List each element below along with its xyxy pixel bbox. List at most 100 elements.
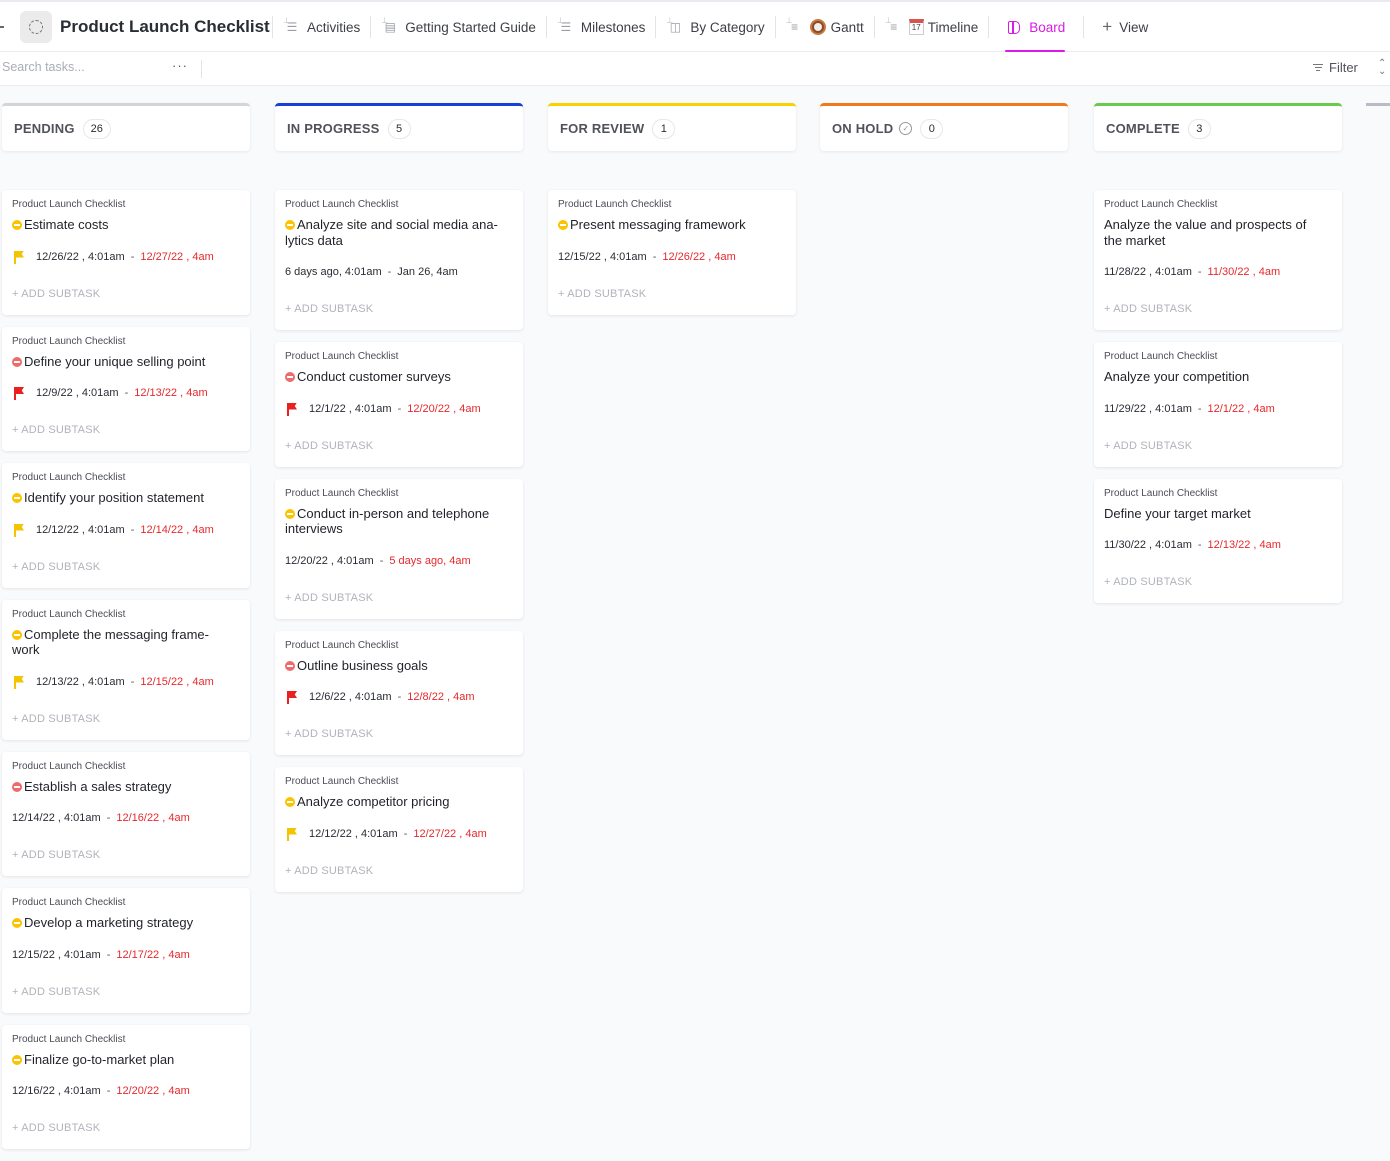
task-card[interactable]: Product Launch Checklist Analyze the val… bbox=[1094, 190, 1342, 330]
task-card[interactable]: Product Launch Checklist Establish a sal… bbox=[2, 751, 250, 876]
add-subtask-button[interactable]: + ADD SUBTASK bbox=[1104, 576, 1332, 603]
card-dates[interactable]: 12/16/22 , 4:01am - 12/20/22 , 4am bbox=[12, 1083, 240, 1099]
task-card[interactable]: Product Launch Checklist Complete the me… bbox=[2, 599, 250, 740]
task-card[interactable]: Product Launch Checklist Conduct in-pers… bbox=[275, 478, 523, 619]
column-header[interactable]: COMPLETE 3 bbox=[1094, 103, 1342, 151]
priority-flag-icon[interactable] bbox=[12, 386, 26, 400]
task-card[interactable]: Product Launch Checklist Finalize go-to-… bbox=[2, 1024, 250, 1149]
priority-flag-icon[interactable] bbox=[285, 690, 299, 704]
task-card[interactable]: Product Launch Checklist Define your tar… bbox=[1094, 478, 1342, 603]
card-dates[interactable]: 11/29/22 , 4:01am - 12/1/22 , 4am bbox=[1104, 401, 1332, 417]
add-subtask-button[interactable]: + ADD SUBTASK bbox=[1104, 440, 1332, 467]
status-icon[interactable] bbox=[285, 660, 295, 671]
card-title[interactable]: Conduct in-person and telephone intervie… bbox=[285, 506, 513, 537]
card-dates[interactable]: 12/15/22 , 4:01am - 12/17/22 , 4am bbox=[12, 947, 240, 963]
task-card[interactable]: Product Launch Checklist Analyze your co… bbox=[1094, 342, 1342, 467]
card-title[interactable]: Define your unique selling point bbox=[12, 354, 240, 370]
task-card[interactable]: Product Launch Checklist Estimate costs … bbox=[2, 190, 250, 315]
add-view-button[interactable]: + View bbox=[1088, 2, 1158, 52]
add-subtask-button[interactable]: + ADD SUBTASK bbox=[12, 1122, 240, 1149]
add-subtask-button[interactable]: + ADD SUBTASK bbox=[12, 288, 240, 315]
card-dates[interactable]: 12/1/22 , 4:01am - 12/20/22 , 4am bbox=[285, 401, 513, 417]
card-dates[interactable]: 12/14/22 , 4:01am - 12/16/22 , 4am bbox=[12, 810, 240, 826]
status-icon[interactable] bbox=[558, 220, 568, 230]
card-title[interactable]: Complete the messaging frame-work bbox=[12, 627, 240, 658]
tab-gantt[interactable]: ⊥ ≡ Gantt bbox=[776, 2, 874, 52]
card-title[interactable]: Estimate costs bbox=[12, 217, 240, 233]
priority-flag-icon[interactable] bbox=[285, 827, 299, 841]
task-card[interactable]: Product Launch Checklist Analyze competi… bbox=[275, 767, 523, 892]
add-subtask-button[interactable]: + ADD SUBTASK bbox=[12, 424, 240, 451]
card-dates[interactable]: 12/6/22 , 4:01am - 12/8/22 , 4am bbox=[285, 689, 513, 705]
add-subtask-button[interactable]: + ADD SUBTASK bbox=[285, 440, 513, 467]
card-dates[interactable]: 12/15/22 , 4:01am - 12/26/22 , 4am bbox=[558, 249, 786, 265]
card-title[interactable]: Finalize go-to-market plan bbox=[12, 1052, 240, 1068]
tab-by-category[interactable]: ⊥ ◫ By Category bbox=[656, 2, 774, 52]
card-title[interactable]: Outline business goals bbox=[285, 658, 513, 674]
card-title[interactable]: Analyze site and social media ana-lytics… bbox=[285, 217, 513, 248]
add-subtask-button[interactable]: + ADD SUBTASK bbox=[12, 849, 240, 876]
status-icon[interactable] bbox=[12, 1054, 22, 1065]
card-dates[interactable]: 12/12/22 , 4:01am - 12/14/22 , 4am bbox=[12, 522, 240, 538]
tab-timeline[interactable]: ⊥ ≡ 17 Timeline bbox=[875, 2, 989, 52]
card-dates[interactable]: 11/28/22 , 4:01am - 11/30/22 , 4am bbox=[1104, 264, 1332, 280]
card-title[interactable]: Present messaging framework bbox=[558, 217, 786, 233]
status-icon[interactable] bbox=[285, 220, 295, 230]
tab-activities[interactable]: ⊥ ☰ Activities bbox=[273, 2, 370, 52]
card-title[interactable]: Establish a sales strategy bbox=[12, 779, 240, 795]
column-header[interactable]: PENDING 26 bbox=[2, 103, 250, 151]
add-subtask-button[interactable]: + ADD SUBTASK bbox=[558, 288, 786, 315]
card-title[interactable]: Define your target market bbox=[1104, 506, 1332, 522]
card-dates[interactable]: 12/12/22 , 4:01am - 12/27/22 , 4am bbox=[285, 826, 513, 842]
task-card[interactable]: Product Launch Checklist Define your uni… bbox=[2, 326, 250, 451]
task-card[interactable]: Product Launch Checklist Present messagi… bbox=[548, 190, 796, 315]
task-card[interactable]: Product Launch Checklist Identify your p… bbox=[2, 463, 250, 588]
more-options-icon[interactable]: ··· bbox=[172, 58, 188, 73]
column-header[interactable]: ON HOLD ✓ 0 bbox=[820, 103, 1068, 151]
priority-flag-icon[interactable] bbox=[12, 250, 26, 264]
card-dates[interactable]: 12/26/22 , 4:01am - 12/27/22 , 4am bbox=[12, 249, 240, 265]
add-subtask-button[interactable]: + ADD SUBTASK bbox=[285, 303, 513, 330]
space-icon[interactable] bbox=[20, 11, 52, 43]
column-header[interactable]: FOR REVIEW 1 bbox=[548, 103, 796, 151]
tab-getting-started-guide[interactable]: ⊥ ▤ Getting Started Guide bbox=[371, 2, 546, 52]
priority-flag-icon[interactable] bbox=[285, 402, 299, 416]
add-subtask-button[interactable]: + ADD SUBTASK bbox=[1104, 303, 1332, 330]
task-card[interactable]: Product Launch Checklist Outline busines… bbox=[275, 630, 523, 755]
card-dates[interactable]: 12/9/22 , 4:01am - 12/13/22 , 4am bbox=[12, 385, 240, 401]
task-card[interactable]: Product Launch Checklist Analyze site an… bbox=[275, 190, 523, 330]
card-title[interactable]: Analyze competitor pricing bbox=[285, 794, 513, 810]
task-card[interactable]: Product Launch Checklist Develop a marke… bbox=[2, 888, 250, 1013]
add-subtask-button[interactable]: + ADD SUBTASK bbox=[12, 561, 240, 588]
tab-milestones[interactable]: ⊥ ☰ Milestones bbox=[547, 2, 656, 52]
add-subtask-button[interactable]: + ADD SUBTASK bbox=[12, 713, 240, 740]
status-icon[interactable] bbox=[12, 220, 22, 230]
search-input[interactable] bbox=[2, 60, 162, 74]
status-icon[interactable] bbox=[12, 493, 22, 503]
card-dates[interactable]: 6 days ago, 4:01am - Jan 26, 4am bbox=[285, 264, 513, 280]
add-subtask-button[interactable]: + ADD SUBTASK bbox=[285, 728, 513, 755]
card-title[interactable]: Develop a marketing strategy bbox=[12, 915, 240, 931]
status-icon[interactable] bbox=[12, 629, 22, 640]
status-icon[interactable] bbox=[285, 797, 295, 807]
card-title[interactable]: Identify your position statement bbox=[12, 490, 240, 506]
status-icon[interactable] bbox=[285, 372, 295, 382]
priority-flag-icon[interactable] bbox=[12, 675, 26, 689]
add-subtask-button[interactable]: + ADD SUBTASK bbox=[12, 986, 240, 1013]
status-icon[interactable] bbox=[12, 356, 22, 367]
card-dates[interactable]: 12/20/22 , 4:01am - 5 days ago, 4am bbox=[285, 553, 513, 569]
card-title[interactable]: Analyze the value and prospects of the m… bbox=[1104, 217, 1332, 248]
sort-toggle-icon[interactable]: ⌃ ⌄ bbox=[1378, 59, 1386, 77]
add-subtask-button[interactable]: + ADD SUBTASK bbox=[285, 865, 513, 892]
card-dates[interactable]: 12/13/22 , 4:01am - 12/15/22 , 4am bbox=[12, 674, 240, 690]
tab-board[interactable]: Board bbox=[995, 2, 1075, 52]
status-icon[interactable] bbox=[12, 918, 22, 928]
status-icon[interactable] bbox=[12, 781, 22, 792]
card-title[interactable]: Conduct customer surveys bbox=[285, 369, 513, 385]
filter-button[interactable]: Filter bbox=[1313, 60, 1358, 75]
priority-flag-icon[interactable] bbox=[12, 523, 26, 537]
status-icon[interactable] bbox=[285, 508, 295, 519]
add-subtask-button[interactable]: + ADD SUBTASK bbox=[285, 592, 513, 619]
task-card[interactable]: Product Launch Checklist Conduct custome… bbox=[275, 342, 523, 467]
back-caret-icon[interactable] bbox=[0, 26, 4, 28]
